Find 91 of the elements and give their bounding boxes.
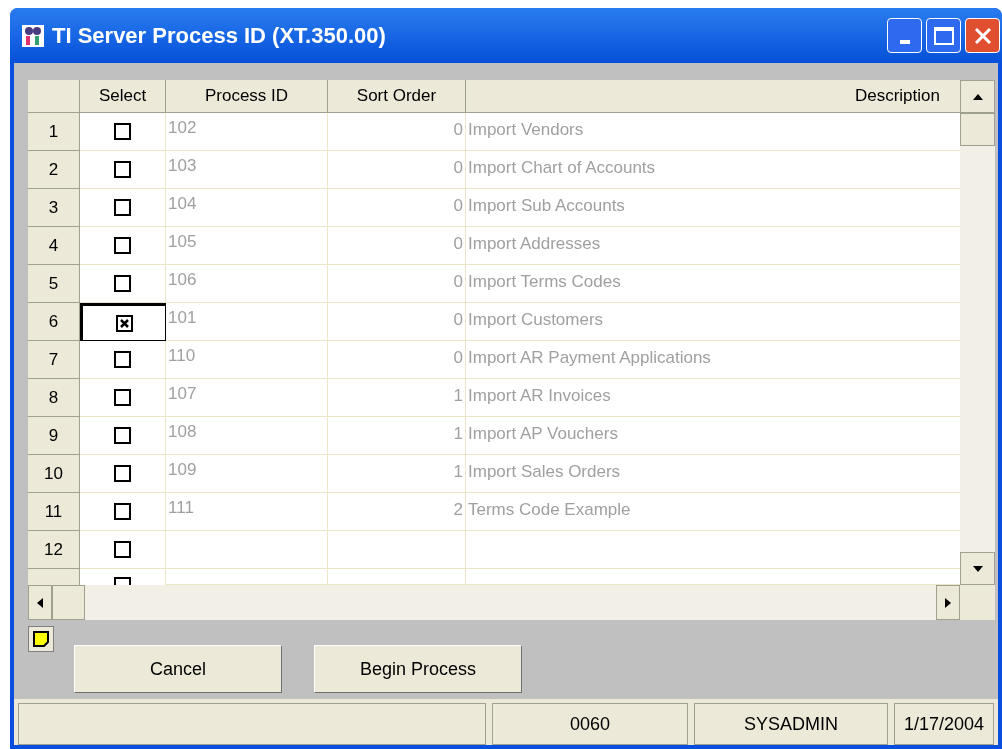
table-cell: 102 xyxy=(166,113,328,151)
checkbox[interactable] xyxy=(114,503,131,520)
maximize-button[interactable] xyxy=(926,18,961,53)
note-icon xyxy=(33,631,49,647)
row-header[interactable]: 9 xyxy=(28,417,80,455)
row-header[interactable]: 10 xyxy=(28,455,80,493)
vertical-scrollbar[interactable] xyxy=(960,80,995,585)
table-cell: 0 xyxy=(328,303,466,341)
table-cell: Import AR Payment Applications xyxy=(466,341,960,379)
checkbox[interactable] xyxy=(114,389,131,406)
table-cell: Import Chart of Accounts xyxy=(466,151,960,189)
table-cell: 0 xyxy=(328,189,466,227)
dialog-button[interactable]: Cancel xyxy=(74,645,282,693)
table-cell: 106 xyxy=(166,265,328,303)
checkbox[interactable] xyxy=(114,541,131,558)
table-cell: Import Customers xyxy=(466,303,960,341)
scroll-thumb[interactable] xyxy=(960,113,995,146)
scroll-up-button[interactable] xyxy=(960,80,995,113)
minimize-button[interactable] xyxy=(887,18,922,53)
close-icon xyxy=(973,26,992,45)
checkbox[interactable] xyxy=(114,123,131,140)
table-cell: Import Sub Accounts xyxy=(466,189,960,227)
scroll-down-button[interactable] xyxy=(960,552,995,585)
column-header[interactable]: Sort Order xyxy=(328,80,466,113)
row-header[interactable]: 1 xyxy=(28,113,80,151)
right-arrow-icon xyxy=(945,597,951,608)
horizontal-scrollbar[interactable] xyxy=(28,585,960,620)
table-cell: 105 xyxy=(166,227,328,265)
table-cell: 108 xyxy=(166,417,328,455)
row-header[interactable]: 7 xyxy=(28,341,80,379)
checkbox[interactable] xyxy=(114,161,131,178)
column-header[interactable]: Process ID xyxy=(166,80,328,113)
checkbox[interactable] xyxy=(114,465,131,482)
cross-icon xyxy=(119,318,129,328)
table-cell: 0 xyxy=(328,341,466,379)
note-button[interactable] xyxy=(28,626,54,652)
table-cell: 0 xyxy=(328,151,466,189)
row-header[interactable]: 11 xyxy=(28,493,80,531)
status-panel: SYSADMIN xyxy=(694,703,888,745)
checkbox[interactable] xyxy=(115,314,133,332)
table-cell: 107 xyxy=(166,379,328,417)
checkbox[interactable] xyxy=(114,427,131,444)
table-cell: 0 xyxy=(328,227,466,265)
table-cell: 104 xyxy=(166,189,328,227)
scroll-thumb[interactable] xyxy=(52,585,85,620)
row-header[interactable]: 4 xyxy=(28,227,80,265)
scroll-left-button[interactable] xyxy=(28,585,52,620)
table-cell: 103 xyxy=(166,151,328,189)
table-cell: 111 xyxy=(166,493,328,531)
row-header[interactable]: 8 xyxy=(28,379,80,417)
table-cell: Import Vendors xyxy=(466,113,960,151)
table-cell: Import Addresses xyxy=(466,227,960,265)
table-cell: 0 xyxy=(328,265,466,303)
minimize-icon xyxy=(899,40,910,44)
row-header[interactable]: 6 xyxy=(28,303,80,341)
table-cell: 1 xyxy=(328,455,466,493)
column-header[interactable]: Description xyxy=(466,80,960,113)
status-panel: 1/17/2004 xyxy=(894,703,994,745)
table-cell: Import AR Invoices xyxy=(466,379,960,417)
table-cell: Import Terms Codes xyxy=(466,265,960,303)
checkbox[interactable] xyxy=(114,237,131,254)
maximize-icon xyxy=(933,26,954,45)
checkbox[interactable] xyxy=(114,275,131,292)
table-cell: Import AP Vouchers xyxy=(466,417,960,455)
column-header[interactable]: Select xyxy=(80,80,166,113)
left-arrow-icon xyxy=(37,597,43,608)
app-icon xyxy=(22,24,44,47)
table-cell: Import Sales Orders xyxy=(466,455,960,493)
table-cell: 101 xyxy=(166,303,328,341)
table-cell: 1 xyxy=(328,379,466,417)
row-header[interactable]: 12 xyxy=(28,531,80,569)
table-cell: 0 xyxy=(328,113,466,151)
table-cell: 2 xyxy=(328,493,466,531)
row-header[interactable]: 2 xyxy=(28,151,80,189)
down-arrow-icon xyxy=(972,565,983,572)
table-cell: 1 xyxy=(328,417,466,455)
status-panel: 0060 xyxy=(492,703,688,745)
row-header[interactable]: 3 xyxy=(28,189,80,227)
row-header[interactable]: 5 xyxy=(28,265,80,303)
scroll-right-button[interactable] xyxy=(936,585,960,620)
checkbox[interactable] xyxy=(114,351,131,368)
scroll-corner xyxy=(960,585,995,620)
checkbox[interactable] xyxy=(114,577,131,585)
dialog-button[interactable]: Begin Process xyxy=(314,645,522,693)
checkbox[interactable] xyxy=(114,199,131,216)
up-arrow-icon xyxy=(972,93,983,100)
table-cell: Terms Code Example xyxy=(466,493,960,531)
window-title: TI Server Process ID (XT.350.00) xyxy=(52,22,386,50)
table-cell: 110 xyxy=(166,341,328,379)
close-button[interactable] xyxy=(965,18,1000,53)
table-cell: 109 xyxy=(166,455,328,493)
